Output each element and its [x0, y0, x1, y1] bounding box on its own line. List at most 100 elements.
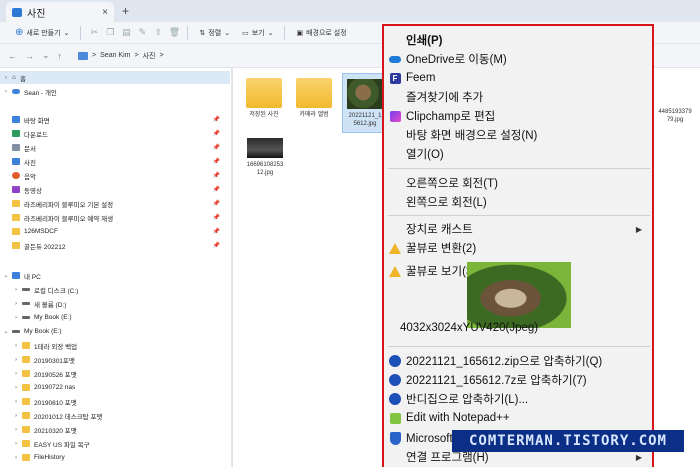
- paste-icon[interactable]: ▤: [119, 26, 133, 40]
- copy-icon[interactable]: ❐: [103, 26, 117, 40]
- cut-icon[interactable]: ✂: [87, 26, 101, 40]
- sidebar-item-music[interactable]: 음악 📌: [0, 169, 230, 182]
- menu-item-bandizip[interactable]: 반디집으로 압축하기(L)...: [384, 390, 652, 408]
- sidebar-item-folder[interactable]: 라즈베리파이 블루미오 예약 재생 📌: [0, 211, 230, 224]
- pin-icon[interactable]: 📌: [213, 144, 220, 151]
- chevron-down-icon[interactable]: ⌄: [42, 50, 50, 61]
- chevron-right-icon[interactable]: ›: [10, 287, 22, 293]
- new-button[interactable]: ⊕ 새로 만들기 ⌄: [10, 24, 74, 42]
- sidebar-item-videos[interactable]: 동영상 📌: [0, 183, 230, 196]
- sort-button[interactable]: ⇅ 정렬 ⌄: [194, 24, 235, 42]
- sidebar-item-folder[interactable]: 라즈베리파이 블루미오 기본 설정 📌: [0, 197, 230, 210]
- menu-item-open[interactable]: 열기(O): [384, 145, 652, 163]
- sidebar-item-home[interactable]: › ⌂ 홈: [0, 71, 230, 84]
- file-item-image[interactable]: 16696108253 12.jpg: [242, 138, 288, 177]
- title-bar: 사진 × +: [0, 0, 700, 22]
- set-background-button[interactable]: ▣ 배경으로 설정: [291, 24, 351, 42]
- sidebar-item-onedrive[interactable]: › Sean - 개인: [0, 85, 57, 98]
- folder-icon: [12, 242, 20, 249]
- sidebar-item-downloads[interactable]: 다운로드 📌: [0, 127, 230, 140]
- sidebar-item-folder[interactable]: › 20201012 데스크탑 포맷: [0, 409, 102, 422]
- breadcrumb[interactable]: > Sean Kim > 사진 >: [78, 51, 164, 61]
- pin-icon[interactable]: 📌: [213, 242, 220, 249]
- menu-item-notepadpp[interactable]: Edit with Notepad++: [384, 409, 652, 427]
- chevron-right-icon[interactable]: ›: [10, 357, 22, 363]
- delete-icon[interactable]: 🗑: [167, 26, 181, 40]
- menu-item-7z[interactable]: 20221121_165612.7z로 압축하기(7): [384, 371, 652, 389]
- pin-icon[interactable]: 📌: [213, 214, 220, 221]
- pin-icon[interactable]: 📌: [213, 200, 220, 207]
- breadcrumb-folder[interactable]: 사진: [143, 51, 156, 61]
- chevron-right-icon[interactable]: ›: [10, 455, 22, 461]
- chevron-down-icon[interactable]: ⌄: [0, 328, 12, 335]
- sidebar-item-folder[interactable]: › 20190526 포맷: [0, 367, 77, 380]
- sidebar-item-folder[interactable]: › 1테라 외장 백업: [0, 339, 77, 352]
- file-item-folder[interactable]: 저장된 사진: [241, 78, 287, 119]
- sidebar-item-folder[interactable]: › FileHistory: [0, 451, 65, 464]
- tab-pictures[interactable]: 사진 ×: [6, 2, 114, 22]
- back-icon[interactable]: ←: [8, 51, 17, 61]
- chevron-right-icon[interactable]: ›: [10, 343, 22, 349]
- menu-item-zip[interactable]: 20221121_165612.zip으로 압축하기(Q): [384, 352, 652, 370]
- pin-icon[interactable]: 📌: [213, 158, 220, 165]
- sidebar-item-folder[interactable]: › 20210320 포맷: [0, 423, 77, 436]
- sidebar-item-folder[interactable]: › 20190301포맷: [0, 353, 75, 366]
- menu-item-print[interactable]: 인쇄(P): [384, 31, 652, 49]
- music-icon: [12, 172, 20, 179]
- menu-divider: [388, 168, 650, 169]
- up-icon[interactable]: ↑: [58, 51, 63, 61]
- background-icon: ▣: [296, 29, 304, 37]
- view-button[interactable]: ▭ 보기 ⌄: [237, 24, 278, 42]
- share-icon[interactable]: ⇪: [151, 26, 165, 40]
- menu-item-onedrive[interactable]: OneDrive로 이동(M): [384, 50, 652, 68]
- chevron-right-icon[interactable]: ›: [10, 301, 22, 307]
- plus-icon: ⊕: [15, 27, 24, 38]
- folder-icon: [22, 412, 30, 419]
- chevron-right-icon[interactable]: ›: [10, 385, 22, 391]
- sidebar-item-drive-d[interactable]: › 새 볼륨 (D:): [0, 297, 66, 310]
- chevron-right-icon[interactable]: ›: [10, 371, 22, 377]
- file-item-folder[interactable]: 카메라 앨범: [291, 78, 337, 119]
- chevron-right-icon[interactable]: ›: [10, 427, 22, 433]
- sidebar-item-folder[interactable]: › 20190810 포맷: [0, 395, 77, 408]
- chevron-right-icon[interactable]: ›: [0, 75, 12, 81]
- new-tab-button[interactable]: +: [122, 4, 129, 18]
- sidebar-item-folder[interactable]: › EASY US 파일 복구: [0, 437, 90, 450]
- menu-item-feem[interactable]: F Feem: [384, 69, 652, 87]
- sidebar-item-documents[interactable]: 문서 📌: [0, 141, 230, 154]
- sidebar-item-drive-c[interactable]: › 로컬 디스크 (C:): [0, 283, 78, 296]
- desktop-icon: [12, 116, 20, 123]
- menu-item-rotate-left[interactable]: 왼쪽으로 회전(L): [384, 193, 652, 211]
- sidebar-item-folder[interactable]: 126MSDCF 📌: [0, 225, 230, 238]
- sidebar-item-drive-e[interactable]: › My Book (E:): [0, 311, 72, 324]
- sidebar-item-folder[interactable]: 골든듀 202212 📌: [0, 239, 230, 252]
- chevron-right-icon[interactable]: ›: [0, 89, 12, 95]
- sidebar-item-this-pc[interactable]: ⌄ 내 PC: [0, 269, 41, 282]
- pin-icon[interactable]: 📌: [213, 186, 220, 193]
- menu-item-honeyview-convert[interactable]: 꿀뷰로 변환(2): [384, 239, 652, 257]
- sidebar-item-drive-e-expanded[interactable]: ⌄ My Book (E:): [0, 325, 61, 338]
- sidebar-item-pictures[interactable]: 사진 📌: [0, 155, 230, 168]
- chevron-right-icon[interactable]: ›: [10, 399, 22, 405]
- drive-icon: [22, 288, 30, 291]
- pin-icon[interactable]: 📌: [213, 130, 220, 137]
- chevron-right-icon[interactable]: ›: [10, 315, 22, 321]
- chevron-right-icon[interactable]: ›: [10, 413, 22, 419]
- pin-icon[interactable]: 📌: [213, 116, 220, 123]
- menu-item-cast[interactable]: 장치로 캐스트 ▶: [384, 220, 652, 238]
- sidebar-item-desktop[interactable]: 바탕 화면 📌: [0, 113, 230, 126]
- menu-item-add-favorite[interactable]: 즐겨찾기에 추가: [384, 88, 652, 106]
- file-item-image[interactable]: 4485193379 79.jpg: [655, 108, 695, 124]
- menu-item-rotate-right[interactable]: 오른쪽으로 회전(T): [384, 174, 652, 192]
- forward-icon[interactable]: →: [25, 51, 34, 61]
- close-tab-icon[interactable]: ×: [102, 7, 108, 18]
- menu-item-clipchamp[interactable]: Clipchamp로 편집: [384, 107, 652, 125]
- pin-icon[interactable]: 📌: [213, 172, 220, 179]
- sidebar-item-folder[interactable]: › 20190722 nas: [0, 381, 75, 394]
- breadcrumb-user[interactable]: Sean Kim: [100, 52, 130, 59]
- rename-icon[interactable]: ✎: [135, 26, 149, 40]
- chevron-down-icon[interactable]: ⌄: [0, 272, 12, 279]
- pin-icon[interactable]: 📌: [213, 228, 220, 235]
- chevron-right-icon[interactable]: ›: [10, 441, 22, 447]
- menu-item-set-background[interactable]: 바탕 화면 배경으로 설정(N): [384, 126, 652, 144]
